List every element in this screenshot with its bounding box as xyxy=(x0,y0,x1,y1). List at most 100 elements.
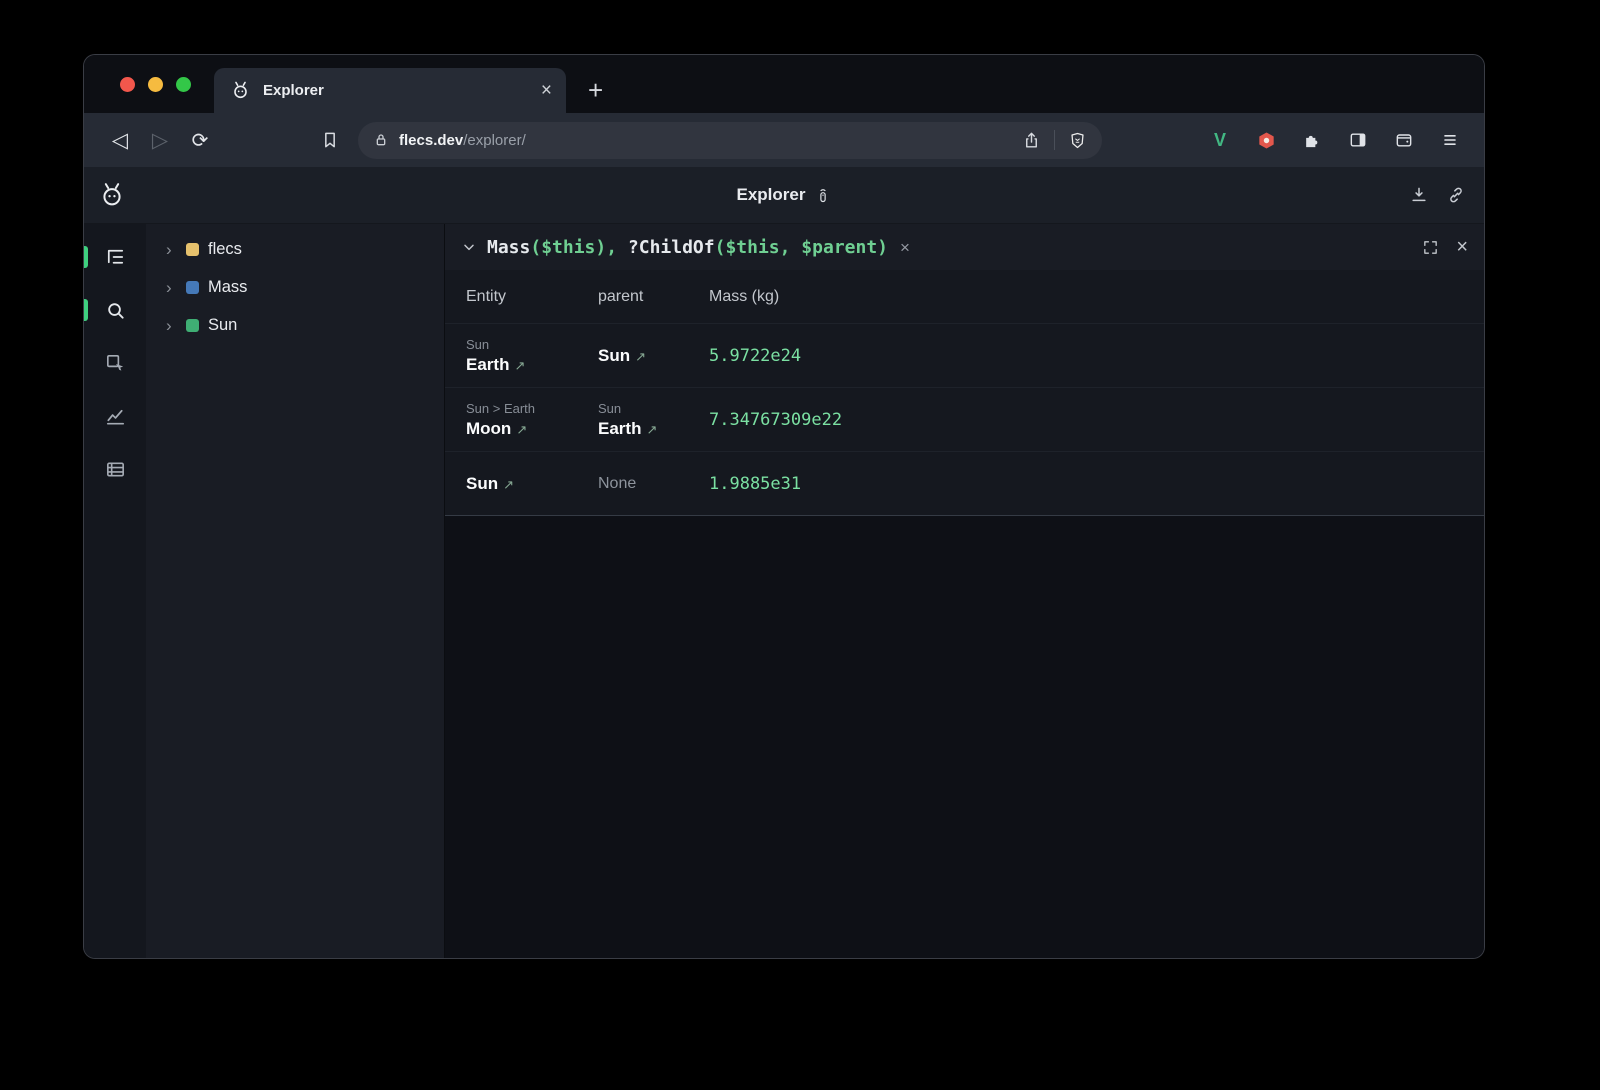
table-row: Sun > Earth Moon↗ Sun Earth↗ 7.34767309e… xyxy=(445,387,1484,451)
query-args: ($this), xyxy=(530,237,628,258)
chevron-right-icon[interactable]: › xyxy=(166,279,177,296)
brave-shield-icon[interactable] xyxy=(1068,131,1087,150)
menu-icon[interactable] xyxy=(1434,124,1466,156)
column-header-parent: parent xyxy=(598,288,709,306)
link-arrow-icon[interactable]: ↗ xyxy=(503,477,514,492)
link-arrow-icon[interactable]: ↗ xyxy=(646,422,657,437)
parent-cell: Sun Earth ↗ xyxy=(598,401,709,439)
active-indicator xyxy=(84,246,88,268)
sidebar-toggle-icon[interactable] xyxy=(1342,124,1374,156)
vue-devtools-icon[interactable]: V xyxy=(1204,124,1236,156)
query-panel: Mass($this), ?ChildOf($this, $parent) × … xyxy=(444,224,1484,958)
navigation-bar: ◁ ▷ ⟳ flecs.dev/explorer/ xyxy=(84,113,1484,167)
tool-sidebar xyxy=(84,224,146,958)
link-icon[interactable] xyxy=(1446,185,1466,205)
forward-button[interactable]: ▷ xyxy=(140,122,180,158)
entity-color-swatch xyxy=(186,243,199,256)
expand-fullscreen-icon[interactable] xyxy=(1422,239,1439,256)
hexagon-extension-icon[interactable] xyxy=(1250,124,1282,156)
download-icon[interactable] xyxy=(1409,185,1429,205)
bookmark-icon[interactable] xyxy=(310,122,350,158)
header-actions xyxy=(1409,185,1466,205)
column-header-entity: Entity xyxy=(466,288,598,306)
entity-cell: Sun > Earth Moon ↗ xyxy=(466,401,598,439)
parent-path: Sun xyxy=(598,401,709,416)
flecs-favicon-icon xyxy=(230,80,251,101)
url-path: /explorer/ xyxy=(463,132,526,149)
tab-close-icon[interactable]: × xyxy=(541,81,552,100)
entity-link[interactable]: Sun xyxy=(466,474,498,493)
column-header-mass: Mass (kg) xyxy=(709,288,1464,306)
parent-link[interactable]: Earth xyxy=(598,419,641,438)
flecs-logo-icon xyxy=(98,181,126,209)
table-header-row: Entity parent Mass (kg) xyxy=(445,270,1484,323)
tree-item-mass[interactable]: › Mass xyxy=(146,268,444,306)
tree-item-flecs[interactable]: › flecs xyxy=(146,230,444,268)
tree-item-label: Sun xyxy=(208,316,237,335)
chevron-down-icon[interactable] xyxy=(461,239,477,255)
tree-view-icon[interactable] xyxy=(102,244,128,270)
entity-path: Sun > Earth xyxy=(466,401,598,416)
tab-strip: Explorer × + xyxy=(84,55,1484,113)
query-term: ?ChildOf xyxy=(628,237,715,258)
page-title-text: Explorer xyxy=(737,185,806,205)
chevron-right-icon[interactable]: › xyxy=(166,317,177,334)
parent-link[interactable]: Sun xyxy=(598,346,630,365)
reload-button[interactable]: ⟳ xyxy=(180,122,220,158)
chevron-right-icon[interactable]: › xyxy=(166,241,177,258)
table-row: Sun↗ None 1.9885e31 xyxy=(445,451,1484,515)
entity-tree-panel: › flecs › Mass › Sun xyxy=(146,224,444,958)
link-arrow-icon[interactable]: ↗ xyxy=(635,349,646,364)
entity-color-swatch xyxy=(186,281,199,294)
divider xyxy=(1054,130,1055,150)
entity-link[interactable]: Earth xyxy=(466,355,509,374)
query-results-table: Entity parent Mass (kg) Sun Earth ↗ xyxy=(445,270,1484,516)
tab-title: Explorer xyxy=(263,82,541,99)
wallet-icon[interactable] xyxy=(1388,124,1420,156)
url-domain: flecs.dev xyxy=(399,132,463,149)
main-content: › flecs › Mass › Sun xyxy=(84,224,1484,958)
minimize-window-button[interactable] xyxy=(148,77,163,92)
parent-cell: None xyxy=(598,475,709,493)
query-args: ($this, $parent) xyxy=(715,237,888,258)
query-term: Mass xyxy=(487,237,530,258)
table-rows-icon[interactable] xyxy=(102,456,128,482)
new-tab-button[interactable]: + xyxy=(588,77,603,103)
link-arrow-icon[interactable]: ↗ xyxy=(514,358,525,373)
desktop-background: Explorer × + ◁ ▷ ⟳ fl xyxy=(0,0,1600,1090)
traffic-lights xyxy=(120,77,191,92)
browser-tab[interactable]: Explorer × xyxy=(214,68,566,113)
zoom-window-button[interactable] xyxy=(176,77,191,92)
entity-link[interactable]: Moon xyxy=(466,419,511,438)
active-indicator xyxy=(84,299,88,321)
back-button[interactable]: ◁ xyxy=(100,122,140,158)
tree-item-label: flecs xyxy=(208,240,242,259)
page-title: Explorer xyxy=(737,185,832,205)
close-query-icon[interactable]: × xyxy=(1456,237,1468,257)
query-header: Mass($this), ?ChildOf($this, $parent) × … xyxy=(445,224,1484,270)
table-row: Sun Earth ↗ Sun ↗ 5.9722e24 xyxy=(445,323,1484,387)
url-bar[interactable]: flecs.dev/explorer/ xyxy=(358,122,1102,159)
entity-cell: Sun ↗ xyxy=(466,474,598,494)
browser-window: Explorer × + ◁ ▷ ⟳ fl xyxy=(84,55,1484,958)
query-search-icon[interactable] xyxy=(102,297,128,323)
lock-icon xyxy=(373,132,389,148)
clear-query-icon[interactable]: × xyxy=(900,239,910,256)
tree-item-sun[interactable]: › Sun xyxy=(146,306,444,344)
mass-value: 5.9722e24 xyxy=(709,346,1464,366)
query-actions: × xyxy=(1422,237,1468,257)
share-icon[interactable] xyxy=(1022,131,1041,150)
link-arrow-icon[interactable]: ↗ xyxy=(516,422,527,437)
entity-color-swatch xyxy=(186,319,199,332)
close-window-button[interactable] xyxy=(120,77,135,92)
app-header: Explorer xyxy=(84,167,1484,224)
extension-row: V xyxy=(1204,124,1468,156)
extensions-puzzle-icon[interactable] xyxy=(1296,124,1328,156)
connection-remote-icon[interactable] xyxy=(814,187,831,204)
entity-path: Sun xyxy=(466,337,598,352)
parent-none: None xyxy=(598,475,709,493)
inspect-icon[interactable] xyxy=(102,350,128,376)
stats-chart-icon[interactable] xyxy=(102,403,128,429)
query-expression[interactable]: Mass($this), ?ChildOf($this, $parent) xyxy=(487,237,888,258)
tree-item-label: Mass xyxy=(208,278,247,297)
